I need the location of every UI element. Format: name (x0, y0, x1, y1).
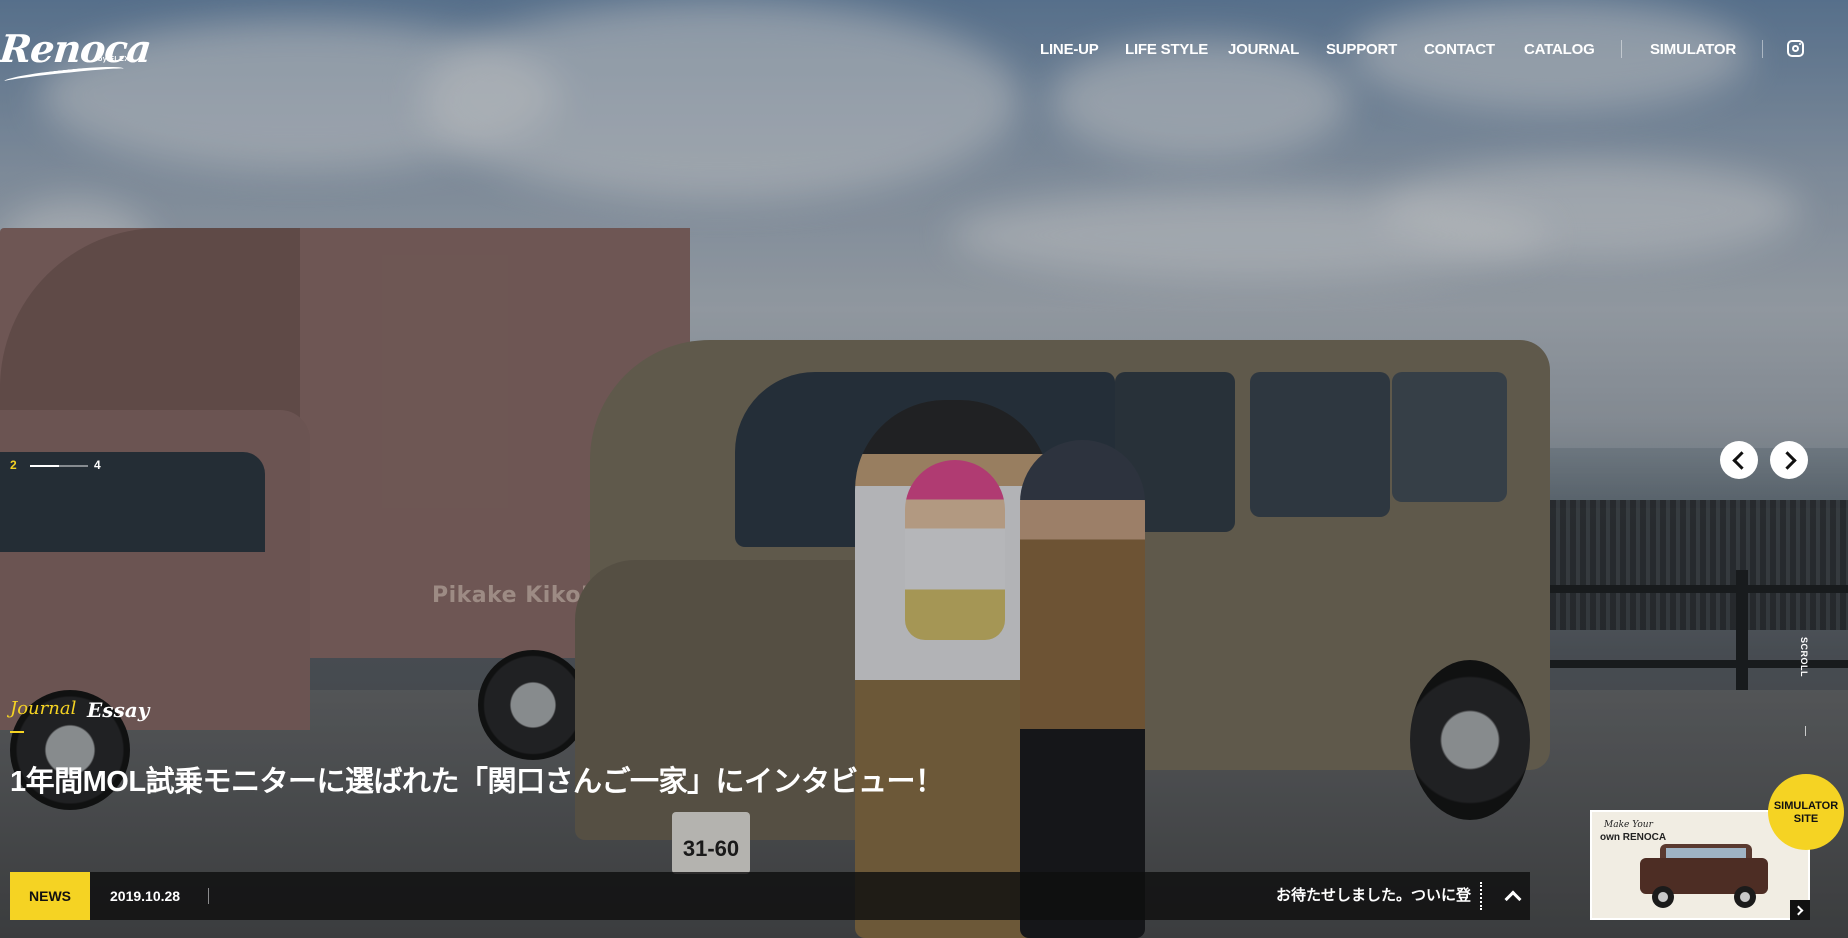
news-label[interactable]: NEWS (10, 872, 90, 920)
news-divider (208, 888, 209, 904)
slide-category[interactable]: Journal (10, 698, 76, 719)
car-wheel (1734, 886, 1756, 908)
scroll-label: SCROLL (1799, 637, 1809, 677)
scroll-indicator: SCROLL (1798, 637, 1812, 682)
category-underline (10, 731, 24, 733)
promo-small-text: Make Your (1604, 820, 1653, 830)
nav-item-support[interactable]: SUPPORT (1326, 41, 1397, 58)
news-date: 2019.10.28 (110, 888, 181, 904)
nav-item-catalog[interactable]: CATALOG (1524, 41, 1595, 58)
nav-divider (1621, 40, 1622, 58)
slide-progress (30, 465, 88, 467)
news-ticker-text[interactable]: お待たせしました。ついに登 (1276, 872, 1472, 920)
nav-item-journal[interactable]: JOURNAL (1228, 41, 1299, 58)
nav-item-lifestyle[interactable]: LIFE STYLE (1125, 41, 1208, 58)
instagram-icon[interactable] (1787, 40, 1804, 57)
simulator-site-badge[interactable]: SIMULATOR SITE (1768, 774, 1844, 850)
news-dots (1480, 882, 1482, 910)
chevron-up-icon[interactable] (1498, 882, 1526, 910)
next-slide-button[interactable] (1770, 441, 1808, 479)
slide-current: 2 (10, 458, 17, 472)
nav-item-simulator[interactable]: SIMULATOR (1650, 41, 1736, 58)
nav-divider (1762, 40, 1763, 58)
car-wheel (1652, 886, 1674, 908)
prev-slide-button[interactable] (1720, 441, 1758, 479)
car-illustration (1634, 842, 1774, 908)
slide-subcategory[interactable]: Essay (87, 698, 149, 722)
slide-headline[interactable]: 1年間MOL試乗モニターに選ばれた「関口さんご一家」にインタビュー！ (10, 758, 944, 800)
chevron-right-icon[interactable] (1790, 900, 1810, 920)
nav-item-contact[interactable]: CONTACT (1424, 41, 1495, 58)
slide-total: 4 (94, 458, 101, 472)
slide-progress-fill (30, 465, 59, 467)
scroll-line (1805, 726, 1806, 736)
nav-item-lineup[interactable]: LINE-UP (1040, 41, 1099, 58)
news-bar: NEWS 2019.10.28 お待たせしました。ついに登 (10, 872, 1530, 920)
